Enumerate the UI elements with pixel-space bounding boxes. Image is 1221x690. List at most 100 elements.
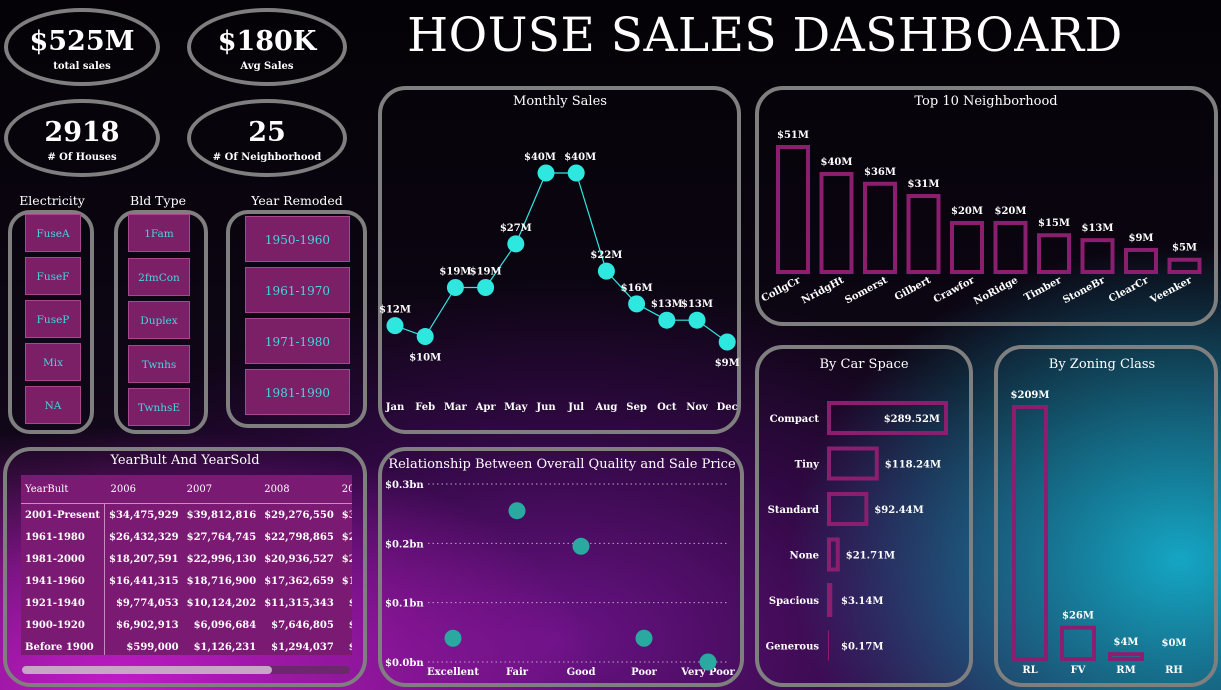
kpi-value: $525M [29,26,135,57]
slicer-item-twnhse[interactable]: TwnhsE [128,388,190,426]
data-point [446,278,464,296]
scatter-point [635,629,653,647]
slicer-item-mix[interactable]: Mix [25,343,81,381]
data-label: $26M [1062,611,1094,622]
yearbuilt-yearsold-table[interactable]: YearBult20062007200820092001-Present$34,… [21,475,352,655]
slicer-item-fusep[interactable]: FuseP [25,300,81,338]
data-label: $19M [470,266,502,277]
table-cell: $29,276,550 [264,509,334,521]
monthly-sales-chart: Monthly Sales $12M Jan $10M Feb $19M Mar $19M Ap… [379,94,740,413]
x-tick-label: Somerst [843,275,889,307]
bar [1124,247,1158,274]
data-point [718,333,736,351]
kpi-value: $180K [217,26,317,57]
x-tick-label: Apr [475,402,497,413]
kpi-label: total sales [53,61,111,72]
y-tick-label: Standard [768,505,819,516]
chart-title: By Car Space [819,357,908,372]
bar [906,194,941,274]
monthly-sales-line [394,172,728,343]
data-label: $92.44M [874,505,923,516]
table-cell: $18,716,900 [186,575,257,587]
top-neighborhood-chart: Top 10 Neighborhood $51M CollgCr $40M NridgH… [760,94,1202,307]
table-cell: $1,294,037 [271,641,334,653]
car-space-chart: By Car Space Compact $289.52M Tiny $118.24M S… [766,357,948,661]
slicer-item-fusef[interactable]: FuseF [25,257,81,295]
kpi-total-sales: $525M total sales [4,8,160,86]
slicer-item-1950-1960[interactable]: 1950-1960 [245,216,350,262]
data-label: $9M [715,358,740,369]
slicer-item-1961-1970[interactable]: 1961-1970 [245,267,350,313]
data-label: $27M [500,223,532,234]
table-cell: 2001-Present [21,503,106,526]
table-cell: 1941-1960 [21,570,106,592]
x-tick-label: StoneBr [1061,275,1107,307]
kpi-label: Avg Sales [240,61,294,72]
data-label: $13M [1082,223,1114,234]
table-header-cell: YearBult [21,475,105,504]
chart-title: Top 10 Neighborhood [914,94,1057,109]
kpi-num-houses: 2918 # Of Houses [4,99,160,177]
data-label: $40M [821,157,853,168]
table-cell: 1900-1920 [21,614,106,636]
table-cell: $7,078,57 [338,614,352,636]
table-scrollbar[interactable] [22,666,350,674]
table-cell: $6,096,684 [193,619,257,631]
data-label: $31M [908,179,940,190]
data-point [628,295,646,313]
slicer-item-2fmcon[interactable]: 2fmCon [128,257,190,296]
x-tick-label: Excellent [427,667,479,678]
slicer-item-fusea[interactable]: FuseA [25,214,81,252]
bar [1060,625,1096,662]
data-point [507,235,525,253]
table-row: 1921-1940 $9,774,053 $10,124,202 $11,315,34… [21,592,352,614]
table-scrollbar-thumb[interactable] [22,666,272,674]
slicer-item-1971-1980[interactable]: 1971-1980 [245,318,350,364]
data-label: $3.14M [841,596,883,607]
x-tick-label: Timber [1023,275,1065,304]
table-header-cell: 2006 [104,475,183,504]
table-row: 2001-Present $34,475,929 $39,812,816 $29,27… [21,503,352,526]
table-cell: $36,769,14 [341,509,352,521]
table-cell: $26,432,329 [109,531,179,543]
table-row: 1981-2000 $18,207,591 $22,996,130 $20,936,5… [21,548,352,570]
slicer-item-1fam[interactable]: 1Fam [128,214,190,252]
table-cell: $27,764,745 [186,531,257,543]
x-tick-label: Aug [594,402,617,413]
x-tick-label: RH [1165,665,1183,676]
zoning-chart: By Zoning Class $209M RL $26M FV $4M RM $0M RH [1011,357,1187,676]
x-tick-label: RM [1116,665,1135,676]
table-header-cell: 2009 [337,475,352,504]
table-cell: $10,124,202 [186,597,257,609]
table-row: Before 1900 $599,000 $1,126,231 $1,294,037 $… [21,636,352,655]
x-tick-label: Oct [657,402,677,413]
bar [1012,405,1048,661]
data-label: $13M [651,299,683,310]
data-label: $51M [777,130,809,141]
data-label: $9M [1129,233,1154,244]
table-cell: $22,798,865 [264,531,334,543]
y-tick-label: Compact [770,414,820,425]
data-label: $13M [681,299,713,310]
x-tick-label: May [504,402,529,413]
slicer-item-duplex[interactable]: Duplex [128,301,190,339]
scatter-point [572,537,590,555]
data-label: $15M [1038,218,1070,229]
slicer-item-1981-1990[interactable]: 1981-1990 [245,369,350,415]
x-tick-label: Feb [415,402,435,413]
scatter-point [699,653,717,671]
slicer-item-twnhs[interactable]: Twnhs [128,344,190,383]
data-label: $289.52M [884,414,940,425]
bar [827,446,879,481]
slicer-title-bld-type: Bld Type [130,193,186,208]
table-cell: $1,158,95 [338,636,352,655]
data-label: $0M [1162,638,1187,649]
bar [827,492,869,526]
y-tick-label: $0.2bn [385,539,424,550]
data-label: $16M [621,283,653,294]
slicer-item-na[interactable]: NA [25,386,81,424]
x-tick-label: Good [567,667,596,678]
kpi-num-neighborhood: 25 # Of Neighborhood [187,99,347,177]
table-cell: $39,812,816 [186,509,257,521]
x-tick-label: Poor [631,667,658,678]
